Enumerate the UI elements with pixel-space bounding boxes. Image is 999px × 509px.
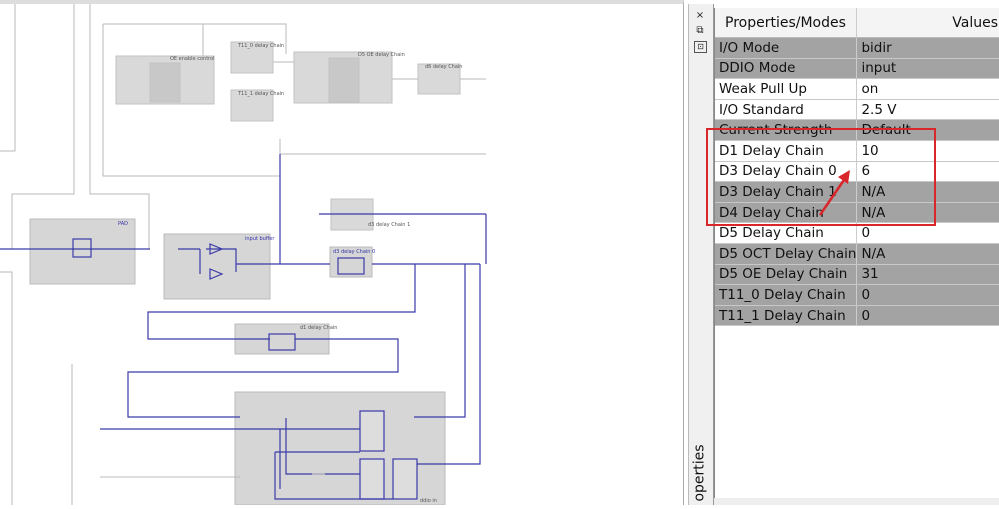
- property-name: D5 OE Delay Chain: [715, 264, 858, 286]
- property-row[interactable]: T11_1 Delay Chain 0: [715, 305, 999, 327]
- property-row[interactable]: Weak Pull Up on: [715, 78, 999, 100]
- property-value[interactable]: 0: [856, 305, 999, 327]
- property-value[interactable]: N/A: [856, 243, 999, 265]
- schem-label-d5-oe: D5 OE delay Chain: [358, 52, 405, 58]
- property-name: T11_1 Delay Chain: [715, 305, 858, 327]
- property-value[interactable]: 2.5 V: [856, 99, 999, 121]
- pad-block: [29, 218, 136, 285]
- property-name: Weak Pull Up: [715, 78, 858, 100]
- properties-dock-strip: × ⧉ ⊡ operties: [688, 4, 714, 505]
- property-row[interactable]: D5 OE Delay Chain 31: [715, 264, 999, 286]
- property-name: T11_0 Delay Chain: [715, 284, 858, 306]
- property-row[interactable]: D5 OCT Delay Chain N/A: [715, 243, 999, 265]
- property-value[interactable]: input: [856, 58, 999, 80]
- property-row[interactable]: I/O Mode bidir: [715, 37, 999, 59]
- property-name: I/O Standard: [715, 99, 858, 121]
- column-header-values[interactable]: Values: [856, 8, 999, 38]
- schem-label-pad: PAD: [118, 221, 128, 227]
- input-buffer-block: [163, 233, 271, 300]
- float-window-icon[interactable]: ⧉: [693, 25, 707, 37]
- pin-icon[interactable]: ⊡: [694, 41, 707, 53]
- property-name: I/O Mode: [715, 37, 858, 59]
- property-name: D5 OCT Delay Chain: [715, 243, 858, 265]
- schem-label-input-buffer: input buffer: [245, 236, 275, 242]
- top-blocks: [115, 41, 461, 231]
- schematic-diagram: d3 delay Chain 1 PAD input buffer d3 del…: [0, 4, 487, 509]
- property-name: DDIO Mode: [715, 58, 858, 80]
- property-value[interactable]: bidir: [856, 37, 999, 59]
- properties-panel: Properties/Modes Values I/O Mode bidir DDI…: [714, 8, 999, 500]
- schem-label-t11-0: T11_0 delay Chain: [237, 43, 284, 49]
- schem-label-d3-chain-1: d3 delay Chain 1: [368, 222, 410, 228]
- column-header-properties[interactable]: Properties/Modes: [715, 8, 858, 38]
- schem-label-t11-1: T11_1 delay Chain: [237, 91, 284, 97]
- schem-label-d6: d6 delay Chain: [425, 64, 462, 70]
- schem-label-d1-chain: d1 delay Chain: [300, 325, 337, 331]
- property-row[interactable]: T11_0 Delay Chain 0: [715, 284, 999, 306]
- schem-label-oe-enable: OE enable control: [170, 56, 215, 62]
- tab-properties[interactable]: operties: [691, 444, 711, 505]
- property-value[interactable]: on: [856, 78, 999, 100]
- schem-label-ddio-in: ddio in: [420, 498, 437, 504]
- property-value[interactable]: 31: [856, 264, 999, 286]
- panel-bottom-scroll[interactable]: [714, 498, 999, 505]
- property-row[interactable]: I/O Standard 2.5 V: [715, 99, 999, 121]
- annotation-arrow: [818, 170, 850, 216]
- schematic-canvas[interactable]: d3 delay Chain 1 PAD input buffer d3 del…: [0, 0, 684, 509]
- close-icon[interactable]: ×: [693, 10, 707, 22]
- schem-label-d3-chain-0: d3 delay Chain 0: [333, 249, 375, 255]
- property-row[interactable]: DDIO Mode input: [715, 58, 999, 80]
- property-value[interactable]: 0: [856, 284, 999, 306]
